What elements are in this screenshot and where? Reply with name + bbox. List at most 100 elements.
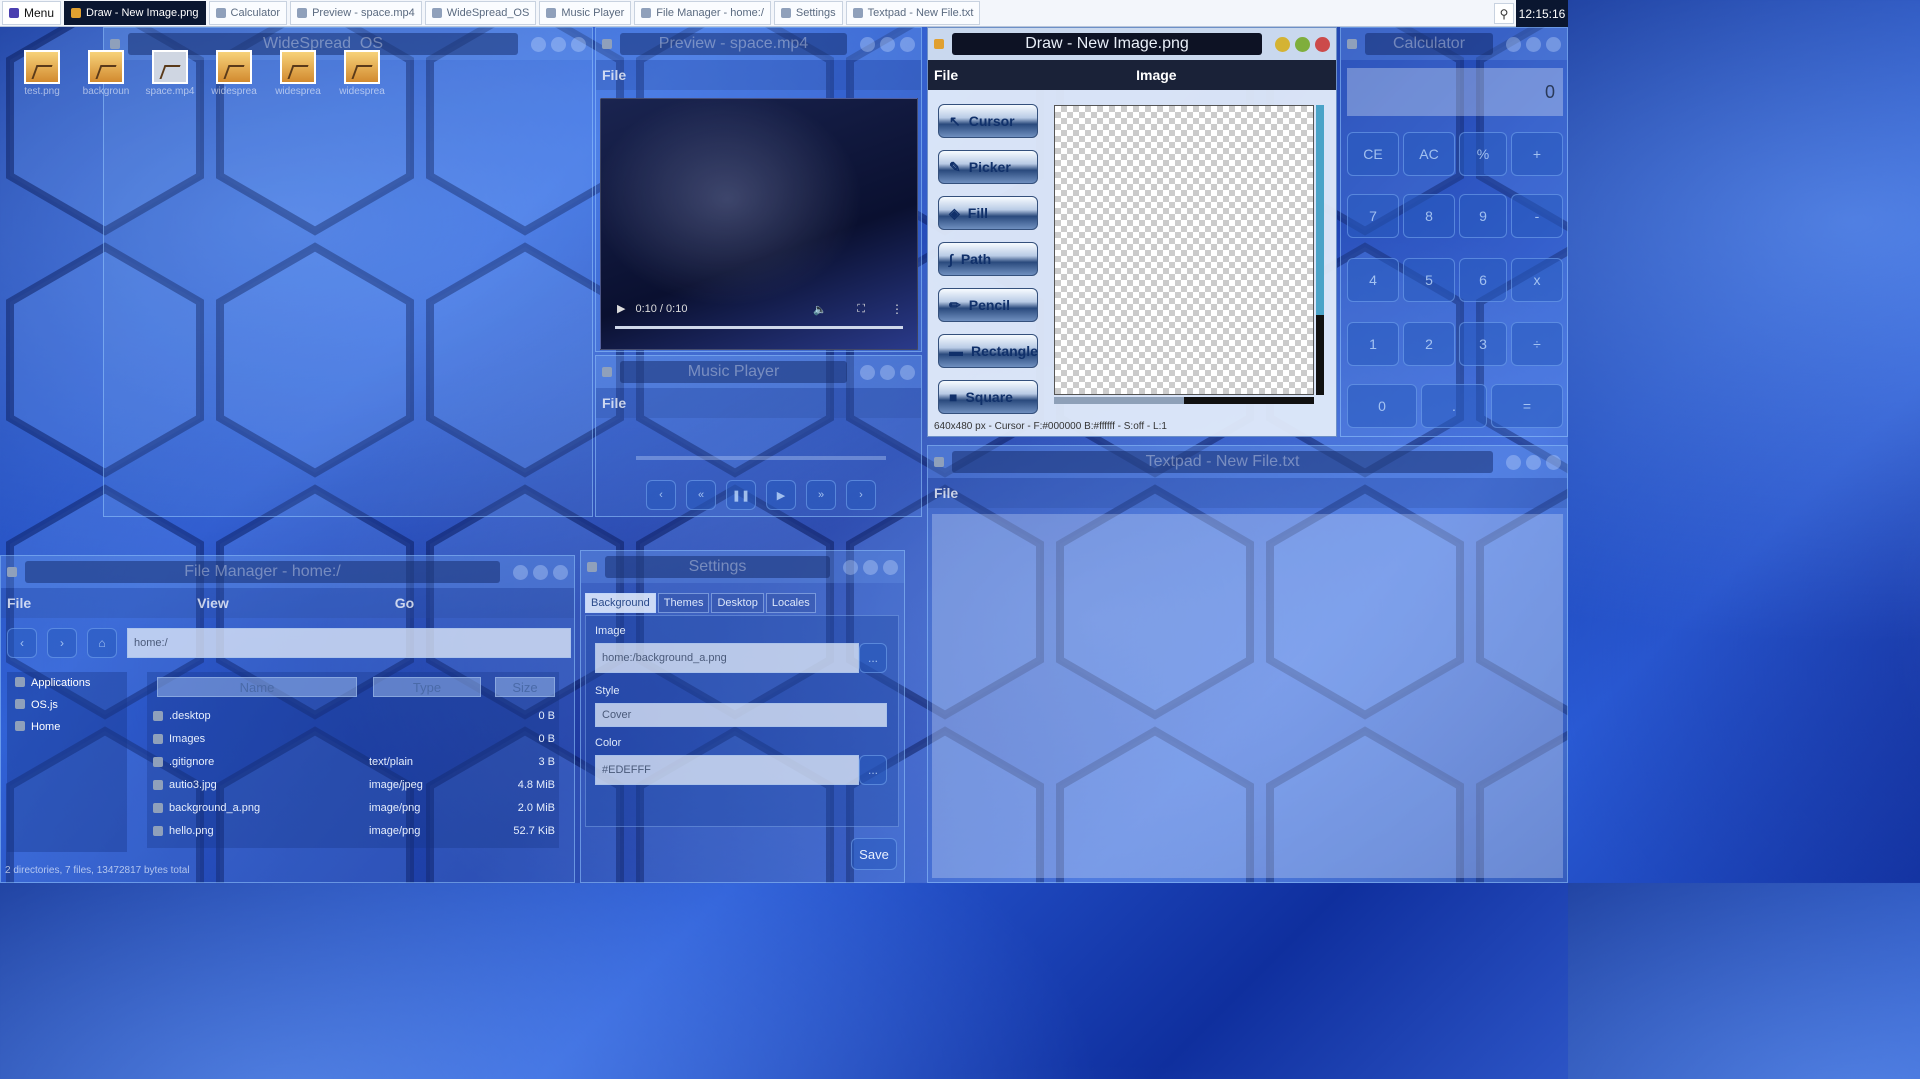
table-row[interactable]: background_a.png image/png 2.0 MiB — [147, 796, 559, 819]
key-8[interactable]: 8 — [1403, 194, 1455, 238]
title-bar[interactable]: Textpad - New File.txt — [928, 446, 1567, 478]
video-progress-bar[interactable] — [615, 326, 903, 329]
search-icon[interactable]: ⚲ — [1494, 3, 1514, 24]
table-row[interactable]: Images 0 B — [147, 727, 559, 750]
desktop-icon[interactable]: widesprea — [209, 46, 259, 97]
maximize-button[interactable] — [880, 36, 895, 52]
seek-slider[interactable] — [636, 456, 886, 460]
next-icon[interactable]: › — [846, 480, 876, 510]
tool-square[interactable]: ■ Square — [938, 380, 1038, 414]
tab-locales[interactable]: Locales — [765, 593, 816, 613]
style-select[interactable]: Cover — [595, 703, 887, 727]
minimize-button[interactable] — [860, 364, 875, 380]
close-button[interactable] — [571, 36, 586, 52]
path-input[interactable]: home:/ — [127, 628, 571, 658]
previous-icon[interactable]: ‹ — [646, 480, 676, 510]
menu-file[interactable]: File — [934, 485, 958, 501]
close-button[interactable] — [1546, 36, 1561, 52]
key-multiply[interactable]: x — [1511, 258, 1563, 302]
title-bar[interactable]: Music Player — [596, 356, 921, 388]
menu-file[interactable]: File — [602, 395, 626, 411]
text-editor[interactable] — [932, 514, 1563, 878]
desktop-icon[interactable]: test.png — [17, 46, 67, 97]
key-equals[interactable]: = — [1491, 384, 1563, 428]
tool-cursor[interactable]: ↖ Cursor — [938, 104, 1038, 138]
menu-go[interactable]: Go — [395, 595, 414, 611]
menu-view[interactable]: View — [197, 595, 229, 611]
menu-file[interactable]: File — [934, 67, 958, 83]
browse-image-button[interactable]: ... — [859, 643, 887, 673]
task-draw[interactable]: Draw - New Image.png — [64, 1, 206, 25]
more-icon[interactable]: ⋮ — [891, 302, 903, 316]
minimize-button[interactable] — [1506, 36, 1521, 52]
key-9[interactable]: 9 — [1459, 194, 1507, 238]
title-bar[interactable]: Preview - space.mp4 — [596, 28, 921, 60]
column-size[interactable]: Size — [495, 677, 555, 697]
save-button[interactable]: Save — [851, 838, 897, 870]
tab-background[interactable]: Background — [585, 593, 656, 613]
tab-desktop[interactable]: Desktop — [711, 593, 764, 613]
key-decimal[interactable]: . — [1421, 384, 1487, 428]
rewind-icon[interactable]: « — [686, 480, 716, 510]
place-home[interactable]: Home — [7, 716, 127, 738]
back-icon[interactable]: ‹ — [7, 628, 37, 658]
key-1[interactable]: 1 — [1347, 322, 1399, 366]
task-widespread[interactable]: WideSpread_OS — [424, 1, 537, 25]
menu-image[interactable]: Image — [1136, 67, 1176, 83]
title-bar[interactable]: Settings — [581, 551, 904, 583]
maximize-button[interactable] — [551, 36, 566, 52]
fast-forward-icon[interactable]: » — [806, 480, 836, 510]
table-row[interactable]: autio3.jpg image/jpeg 4.8 MiB — [147, 773, 559, 796]
close-button[interactable] — [883, 559, 898, 575]
volume-icon[interactable]: 🔈 — [813, 303, 827, 316]
tool-picker[interactable]: ✎ Picker — [938, 150, 1038, 184]
minimize-button[interactable] — [531, 36, 546, 52]
tool-rectangle[interactable]: ▬ Rectangle — [938, 334, 1038, 368]
key-2[interactable]: 2 — [1403, 322, 1455, 366]
image-path-input[interactable]: home:/background_a.png — [595, 643, 859, 673]
tool-pencil[interactable]: ✏ Pencil — [938, 288, 1038, 322]
key-0[interactable]: 0 — [1347, 384, 1417, 428]
menu-file[interactable]: File — [7, 595, 31, 611]
close-button[interactable] — [900, 364, 915, 380]
key-percent[interactable]: % — [1459, 132, 1507, 176]
table-row[interactable]: hello.png image/png 52.7 KiB — [147, 819, 559, 842]
tool-fill[interactable]: ◈ Fill — [938, 196, 1038, 230]
menu-button[interactable]: Menu — [2, 1, 62, 25]
task-calculator[interactable]: Calculator — [208, 1, 288, 25]
key-6[interactable]: 6 — [1459, 258, 1507, 302]
maximize-button[interactable] — [1526, 36, 1541, 52]
play-icon[interactable]: ▶ — [766, 480, 796, 510]
home-icon[interactable]: ⌂ — [87, 628, 117, 658]
title-bar[interactable]: Calculator — [1341, 28, 1567, 60]
maximize-button[interactable] — [1295, 36, 1310, 52]
key-minus[interactable]: - — [1511, 194, 1563, 238]
menu-file[interactable]: File — [602, 67, 626, 83]
color-input[interactable]: #EDEFFF — [595, 755, 859, 785]
close-button[interactable] — [553, 564, 568, 580]
maximize-button[interactable] — [1526, 454, 1541, 470]
title-bar[interactable]: File Manager - home:/ — [1, 556, 574, 588]
key-plus[interactable]: + — [1511, 132, 1563, 176]
place-osjs[interactable]: OS.js — [7, 694, 127, 716]
desktop-icon[interactable]: widesprea — [273, 46, 323, 97]
tool-path[interactable]: ∫ Path — [938, 242, 1038, 276]
column-name[interactable]: Name — [157, 677, 357, 697]
desktop-icon[interactable]: space.mp4 — [145, 46, 195, 97]
task-preview[interactable]: Preview - space.mp4 — [290, 1, 422, 25]
minimize-button[interactable] — [860, 36, 875, 52]
key-divide[interactable]: ÷ — [1511, 322, 1563, 366]
title-bar[interactable]: Draw - New Image.png — [928, 28, 1336, 60]
close-button[interactable] — [900, 36, 915, 52]
key-7[interactable]: 7 — [1347, 194, 1399, 238]
key-3[interactable]: 3 — [1459, 322, 1507, 366]
key-all-clear[interactable]: AC — [1403, 132, 1455, 176]
maximize-button[interactable] — [880, 364, 895, 380]
pause-icon[interactable]: ❚❚ — [726, 480, 756, 510]
task-filemanager[interactable]: File Manager - home:/ — [634, 1, 771, 25]
minimize-button[interactable] — [1506, 454, 1521, 470]
tab-themes[interactable]: Themes — [657, 593, 710, 613]
minimize-button[interactable] — [513, 564, 528, 580]
key-clear-entry[interactable]: CE — [1347, 132, 1399, 176]
fullscreen-icon[interactable]: ⛶ — [857, 303, 865, 316]
